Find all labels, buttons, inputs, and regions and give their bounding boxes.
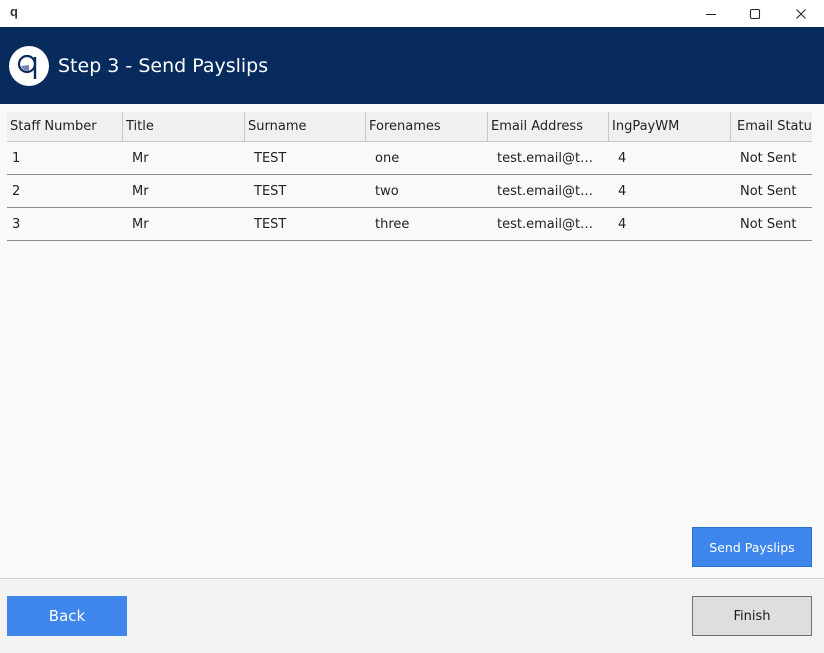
step-header: Step 3 - Send Payslips <box>0 27 824 104</box>
close-icon <box>796 8 806 19</box>
minimize-icon <box>706 13 716 15</box>
column-header-staff-number[interactable]: Staff Number <box>7 112 123 141</box>
finish-button[interactable]: Finish <box>692 596 812 636</box>
page-title: Step 3 - Send Payslips <box>58 55 269 77</box>
q-logo-icon <box>17 54 37 79</box>
cell-surname: TEST <box>254 217 287 232</box>
cell-email-address: test.email@tes... <box>497 151 608 166</box>
grid-header: Staff Number Title Surname Forenames Ema… <box>7 112 812 142</box>
cell-forenames: three <box>375 217 410 232</box>
cell-email-address: test.email@tes... <box>497 217 608 232</box>
column-header-title[interactable]: Title <box>123 112 245 141</box>
minimize-button[interactable] <box>688 0 734 27</box>
cell-email-address: test.email@tes... <box>497 184 608 199</box>
cell-ingpaywm: 4 <box>618 184 627 199</box>
cell-email-status: Not Sent <box>740 184 797 199</box>
maximize-icon <box>749 8 761 19</box>
column-header-email-status[interactable]: Email Status <box>731 112 812 141</box>
cell-email-status: Not Sent <box>740 151 797 166</box>
table-row[interactable]: 2 Mr TEST two test.email@tes... 4 Not Se… <box>7 175 812 208</box>
cell-forenames: one <box>375 151 400 166</box>
cell-forenames: two <box>375 184 399 199</box>
cell-title: Mr <box>132 184 149 199</box>
cell-surname: TEST <box>254 184 287 199</box>
cell-staff-number: 2 <box>12 184 21 199</box>
maximize-button[interactable] <box>732 0 778 27</box>
column-header-email-address[interactable]: Email Address <box>488 112 609 141</box>
app-icon: q <box>10 4 18 19</box>
table-row[interactable]: 3 Mr TEST three test.email@tes... 4 Not … <box>7 208 812 241</box>
table-row[interactable]: 1 Mr TEST one test.email@tes... 4 Not Se… <box>7 142 812 175</box>
cell-title: Mr <box>132 217 149 232</box>
column-header-forenames[interactable]: Forenames <box>366 112 488 141</box>
send-payslips-button[interactable]: Send Payslips <box>692 527 812 567</box>
app-logo <box>9 46 49 86</box>
close-button[interactable] <box>778 0 824 27</box>
staff-grid: Staff Number Title Surname Forenames Ema… <box>7 112 812 241</box>
cell-surname: TEST <box>254 151 287 166</box>
cell-staff-number: 3 <box>12 217 21 232</box>
window-titlebar: q <box>0 0 824 27</box>
cell-ingpaywm: 4 <box>618 217 627 232</box>
cell-ingpaywm: 4 <box>618 151 627 166</box>
cell-email-status: Not Sent <box>740 217 797 232</box>
column-header-ingpaywm[interactable]: IngPayWM <box>609 112 731 141</box>
cell-title: Mr <box>132 151 149 166</box>
back-button[interactable]: Back <box>7 596 127 636</box>
column-header-surname[interactable]: Surname <box>245 112 366 141</box>
cell-staff-number: 1 <box>12 151 21 166</box>
